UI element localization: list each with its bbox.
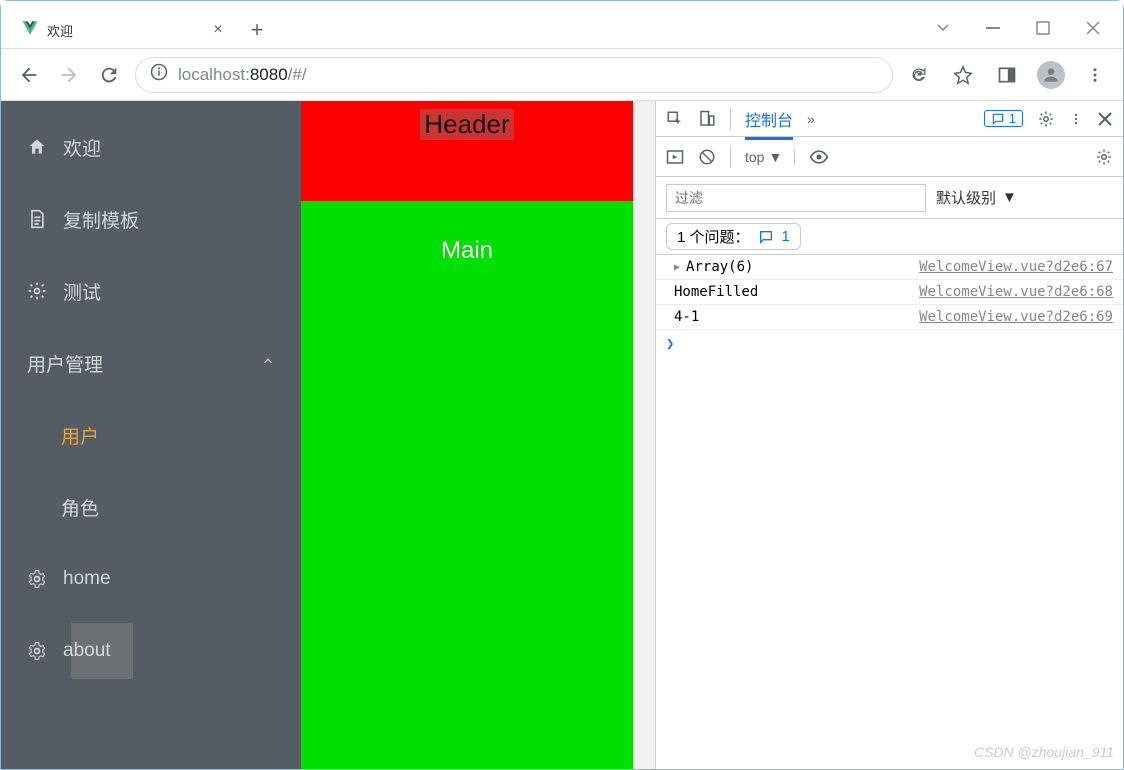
tab-more[interactable]: » [807, 111, 815, 127]
minimize-icon[interactable] [933, 18, 953, 38]
browser-tab[interactable]: 欢迎 × [9, 12, 239, 48]
sidebar-item-test[interactable]: 测试 [1, 255, 301, 327]
page-header: Header [301, 101, 633, 201]
site-info-icon[interactable] [150, 63, 168, 86]
chevron-up-icon [261, 352, 275, 374]
cog-icon [27, 641, 47, 661]
devtools-panel: 控制台 » 1 top ▼ 默认级别 ▼ [655, 101, 1123, 769]
issues-badge[interactable]: 1 [984, 110, 1023, 127]
sidebar-item-about[interactable]: about [1, 615, 301, 687]
kebab-icon[interactable] [1069, 110, 1083, 128]
app-sidebar: 欢迎 复制模板 测试 用户管理 用户 角色 [1, 101, 301, 769]
window-controls [933, 18, 1123, 48]
console-filter-row: 默认级别 ▼ [656, 177, 1123, 219]
forward-icon[interactable] [55, 61, 83, 89]
console-log-row[interactable]: 4-1 WelcomeView.vue?d2e6:69 [656, 305, 1123, 330]
issues-row: 1 个问题： 1 [656, 219, 1123, 255]
message-icon [758, 229, 774, 245]
scrollbar[interactable] [633, 101, 651, 769]
tab-close-icon[interactable]: × [209, 21, 227, 39]
vue-icon [21, 19, 39, 42]
panel-icon[interactable] [993, 61, 1021, 89]
clear-icon[interactable] [698, 148, 716, 166]
min-dash-icon[interactable] [983, 18, 1003, 38]
close-devtools-icon[interactable] [1097, 111, 1113, 127]
new-tab-button[interactable]: + [239, 12, 275, 48]
url-text: localhost:8080/#/ [178, 65, 307, 85]
address-bar: localhost:8080/#/ [1, 49, 1123, 101]
content-area: 欢迎 复制模板 测试 用户管理 用户 角色 [1, 101, 1123, 769]
home-filled-icon [27, 137, 47, 157]
tab-console[interactable]: 控制台 [745, 107, 793, 140]
url-input[interactable]: localhost:8080/#/ [135, 57, 893, 93]
page-body: Main [301, 201, 633, 769]
log-source-link[interactable]: WelcomeView.vue?d2e6:67 [919, 259, 1113, 275]
caret-right-icon: ▶ [674, 262, 680, 273]
devtools-tabs: 控制台 » 1 [656, 101, 1123, 137]
issues-summary[interactable]: 1 个问题： 1 [666, 223, 801, 250]
console-toolbar: top ▼ [656, 137, 1123, 177]
document-icon [27, 209, 47, 229]
sidebar-item-label: home [63, 568, 111, 590]
menu-icon[interactable] [1081, 61, 1109, 89]
sidebar-item-copy-template[interactable]: 复制模板 [1, 183, 301, 255]
log-source-link[interactable]: WelcomeView.vue?d2e6:68 [919, 284, 1113, 300]
eye-icon[interactable] [809, 147, 829, 167]
gear-icon [27, 281, 47, 301]
device-icon[interactable] [698, 110, 716, 128]
settings-icon[interactable] [1037, 110, 1055, 128]
console-prompt[interactable]: ❯ [656, 330, 1123, 358]
tab-strip: 欢迎 × + [1, 12, 933, 48]
page-main: Header Main [301, 101, 633, 769]
context-selector[interactable]: top ▼ [745, 149, 795, 165]
cog-icon [27, 569, 47, 589]
close-icon[interactable] [1083, 18, 1103, 38]
message-icon [991, 112, 1005, 126]
sidebar-item-label: 用户 [61, 422, 99, 449]
share-icon[interactable] [905, 61, 933, 89]
page-viewport: 欢迎 复制模板 测试 用户管理 用户 角色 [1, 101, 655, 769]
console-log-row[interactable]: HomeFilled WelcomeView.vue?d2e6:68 [656, 280, 1123, 305]
avatar-icon[interactable] [1037, 61, 1065, 89]
toolbar-actions [905, 61, 1109, 89]
sidebar-item-label: about [63, 640, 111, 662]
header-text: Header [420, 109, 513, 140]
level-selector[interactable]: 默认级别 ▼ [936, 187, 1017, 208]
inspect-icon[interactable] [666, 110, 684, 128]
filter-input[interactable] [666, 184, 926, 212]
main-text: Main [441, 237, 493, 265]
play-icon[interactable] [666, 148, 684, 166]
sidebar-item-label: 角色 [61, 494, 99, 521]
maximize-icon[interactable] [1033, 18, 1053, 38]
settings-icon[interactable] [1095, 148, 1113, 166]
sidebar-item-user-mgmt[interactable]: 用户管理 [1, 327, 301, 399]
sidebar-item-welcome[interactable]: 欢迎 [1, 111, 301, 183]
sidebar-item-role[interactable]: 角色 [1, 471, 301, 543]
sidebar-item-label: 复制模板 [63, 206, 139, 233]
back-icon[interactable] [15, 61, 43, 89]
reload-icon[interactable] [95, 61, 123, 89]
sidebar-item-user[interactable]: 用户 [1, 399, 301, 471]
sidebar-item-label: 测试 [63, 278, 101, 305]
tab-title: 欢迎 [47, 21, 201, 40]
log-source-link[interactable]: WelcomeView.vue?d2e6:69 [919, 309, 1113, 325]
sidebar-item-label: 欢迎 [63, 134, 101, 161]
sidebar-item-label: 用户管理 [27, 350, 103, 377]
sidebar-item-home[interactable]: home [1, 543, 301, 615]
window-title-bar: 欢迎 × + [1, 1, 1123, 49]
star-icon[interactable] [949, 61, 977, 89]
console-log-row[interactable]: ▶Array(6) WelcomeView.vue?d2e6:67 [656, 255, 1123, 280]
console-output: ▶Array(6) WelcomeView.vue?d2e6:67 HomeFi… [656, 255, 1123, 769]
